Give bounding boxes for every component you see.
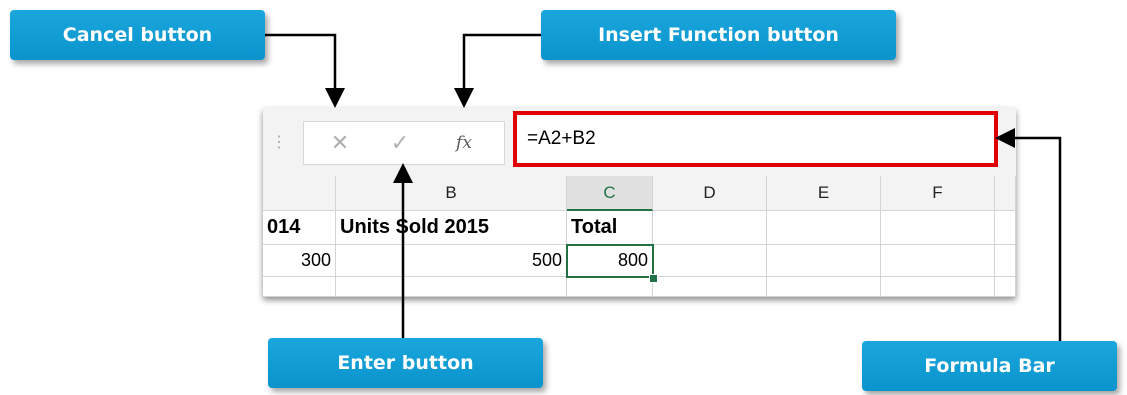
cell-f2[interactable]	[881, 245, 995, 277]
cell-f1[interactable]	[881, 211, 995, 245]
callout-formula-bar: Formula Bar	[862, 341, 1117, 391]
formula-input[interactable]: =A2+B2	[513, 111, 998, 167]
spreadsheet-grid: B C D E F 014 Units Sold 2015 Total 300 …	[263, 176, 1016, 297]
insert-function-arrow	[454, 33, 541, 108]
selected-cell-border	[566, 244, 654, 278]
cell-b1[interactable]: Units Sold 2015	[336, 211, 567, 245]
column-header-f[interactable]: F	[881, 176, 995, 211]
column-header-d[interactable]: D	[653, 176, 767, 211]
column-header[interactable]	[995, 176, 1016, 211]
cell-c1[interactable]: Total	[567, 211, 653, 245]
column-header-c[interactable]: C	[567, 176, 653, 211]
grip-handle-icon[interactable]: ⋮	[271, 132, 287, 152]
cancel-arrow	[265, 33, 345, 108]
cell-b3[interactable]	[336, 277, 567, 297]
cancel-icon[interactable]: ✕	[320, 122, 360, 164]
cell-f3[interactable]	[881, 277, 995, 297]
formula-buttons: ✕ ✓ fx	[303, 121, 505, 165]
cell-d2[interactable]	[653, 245, 767, 277]
callout-enter-button: Enter button	[268, 338, 543, 388]
cell-c3[interactable]	[567, 277, 653, 297]
cell-e3[interactable]	[767, 277, 881, 297]
cell-e1[interactable]	[767, 211, 881, 245]
callout-cancel-button: Cancel button	[10, 10, 265, 60]
cell-d1[interactable]	[653, 211, 767, 245]
cell-a1[interactable]: 014	[263, 211, 336, 245]
formula-text: =A2+B2	[527, 128, 596, 149]
column-header-b[interactable]: B	[336, 176, 567, 211]
column-header[interactable]	[263, 176, 336, 211]
excel-window: ⋮ ✕ ✓ fx =A2+B2 B C D E F 014 Units Sold…	[263, 108, 1016, 297]
cell-g3[interactable]	[995, 277, 1016, 297]
cell-e2[interactable]	[767, 245, 881, 277]
callout-insert-function-button: Insert Function button	[541, 10, 896, 60]
cell-a3[interactable]	[263, 277, 336, 297]
insert-function-icon[interactable]: fx	[444, 122, 484, 164]
enter-check-icon[interactable]: ✓	[380, 122, 420, 164]
cell-d3[interactable]	[653, 277, 767, 297]
column-header-e[interactable]: E	[767, 176, 881, 211]
cell-b2[interactable]: 500	[336, 245, 567, 277]
cell-g2[interactable]	[995, 245, 1016, 277]
cell-g1[interactable]	[995, 211, 1016, 245]
cell-a2[interactable]: 300	[263, 245, 336, 277]
fill-handle[interactable]	[649, 274, 658, 283]
formula-bar-row: ⋮ ✕ ✓ fx =A2+B2	[263, 108, 1016, 176]
